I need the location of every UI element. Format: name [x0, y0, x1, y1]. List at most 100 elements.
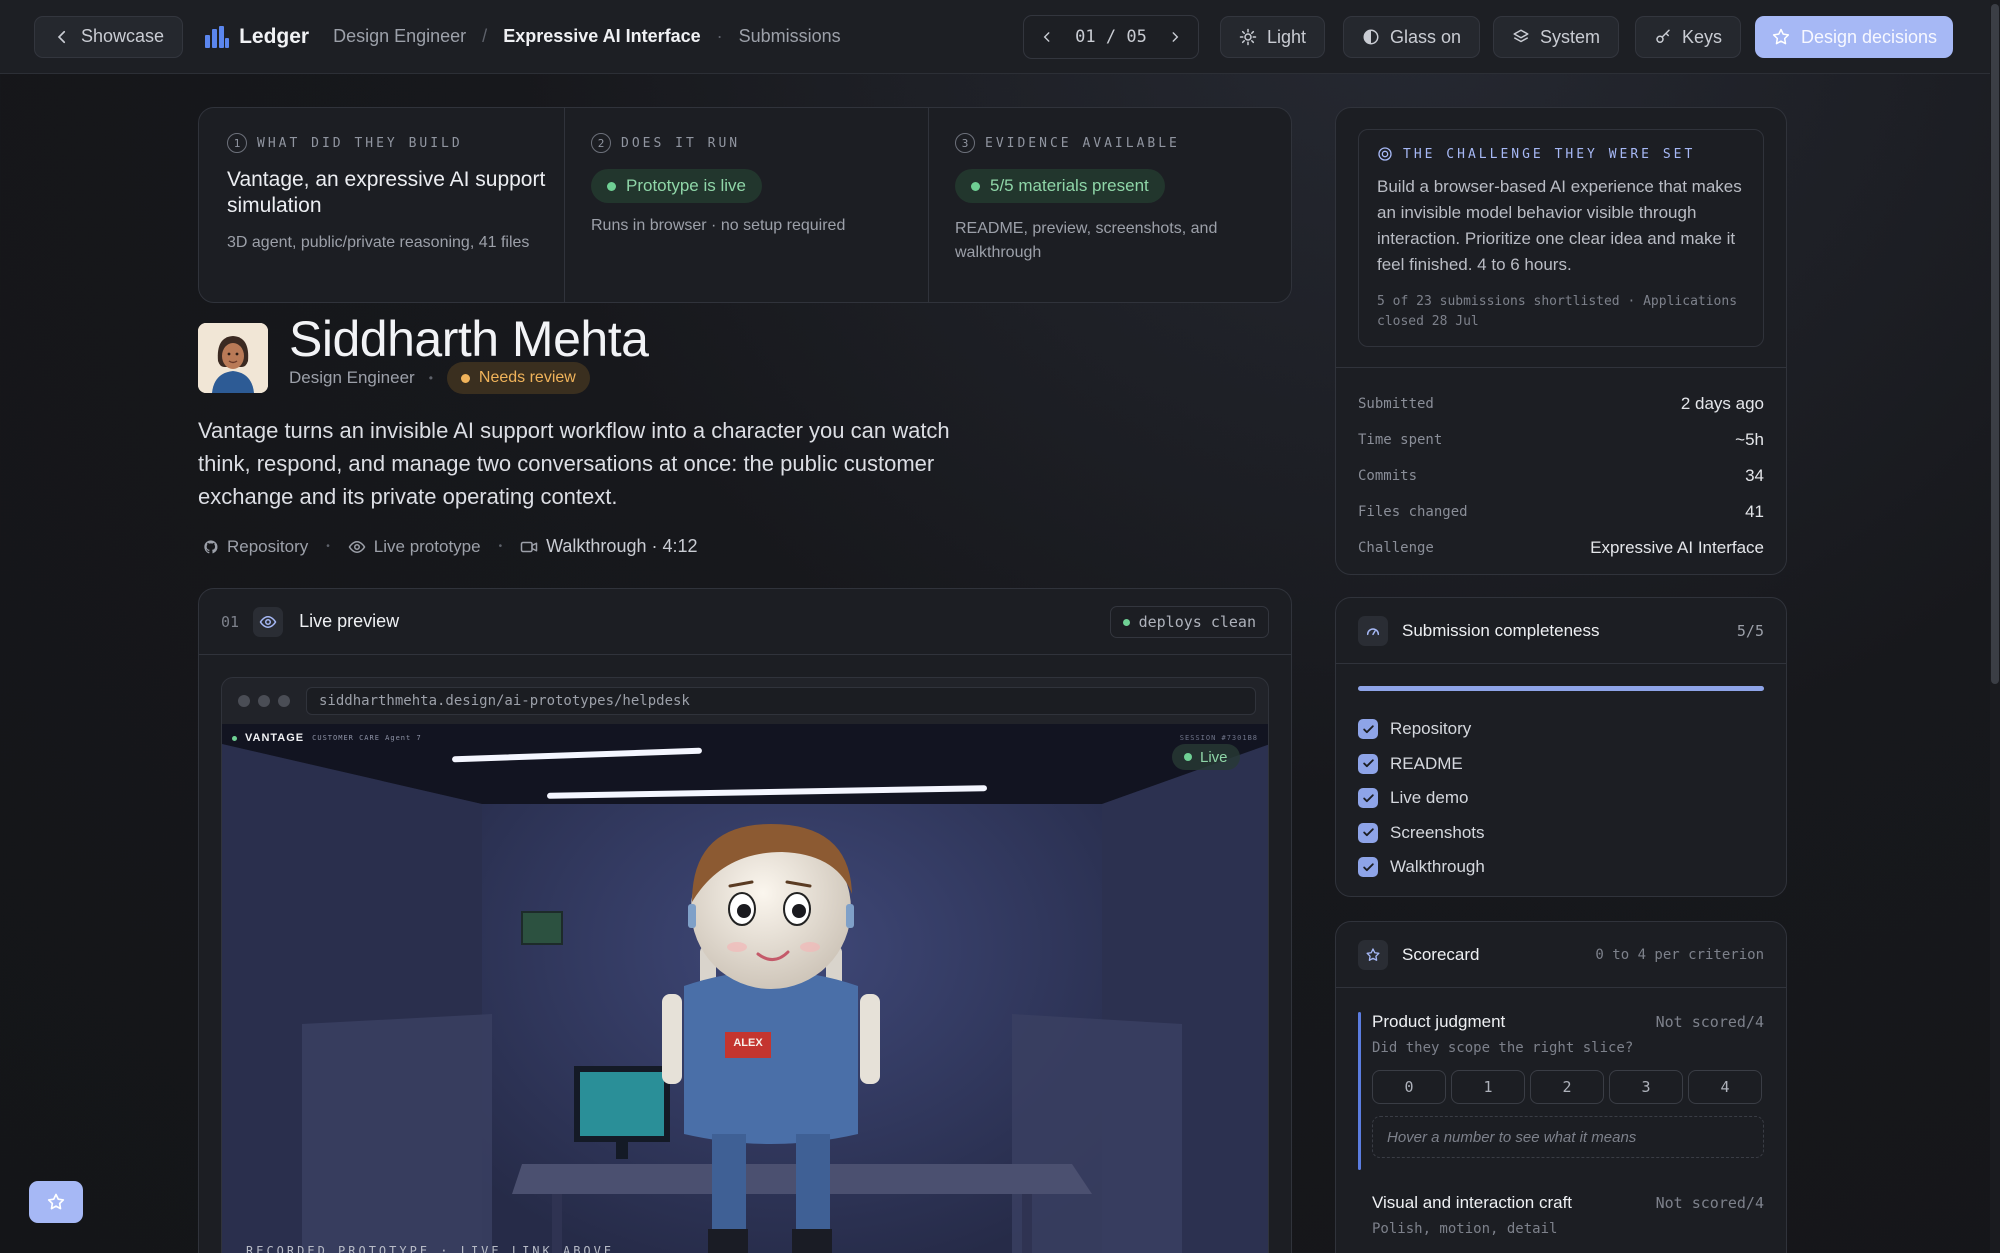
status-dot	[1122, 618, 1130, 626]
system-button[interactable]: System	[1493, 16, 1620, 58]
checklist-item[interactable]: Screenshots	[1358, 816, 1764, 851]
status-badge: Needs review	[446, 362, 590, 394]
stat-value: 41	[1745, 502, 1764, 521]
window-dot[interactable]	[258, 695, 270, 707]
next-icon[interactable]	[1168, 30, 1182, 44]
crumb-section[interactable]: Submissions	[739, 26, 841, 47]
repository-link[interactable]: Repository	[203, 537, 308, 557]
back-button[interactable]: Showcase	[34, 15, 184, 58]
previous-icon[interactable]	[1040, 30, 1054, 44]
breadcrumb: Design Engineer / Expressive AI Interfac…	[333, 26, 841, 47]
star-icon	[1366, 947, 1380, 961]
brand[interactable]: Ledger	[205, 25, 309, 49]
score-scale: 01234	[1372, 1070, 1764, 1104]
candidate-meta: Design Engineer • Needs review	[289, 362, 590, 394]
github-icon	[204, 539, 218, 553]
live-dot	[1184, 753, 1192, 761]
page-scrollbar-track[interactable]	[1990, 0, 2000, 1253]
crumb-separator: /	[482, 26, 488, 46]
summary-caption: DOES IT RUN	[621, 135, 741, 151]
score-option[interactable]: 3	[1609, 1070, 1683, 1104]
window-dot[interactable]	[238, 695, 250, 707]
step-number: 3	[955, 133, 975, 153]
checklist-item[interactable]: README	[1358, 747, 1764, 782]
checklist-label: Screenshots	[1390, 822, 1485, 842]
challenge-panel: THE CHALLENGE THEY WERE SET Build a brow…	[1335, 107, 1787, 575]
design-decisions-button[interactable]: Design decisions	[1755, 16, 1953, 58]
link-dot: •	[498, 541, 503, 552]
status-label: Needs review	[478, 369, 576, 386]
crumb-challenge[interactable]: Expressive AI Interface	[503, 26, 700, 47]
score-option[interactable]: 1	[1451, 1070, 1525, 1104]
checkbox-checked-icon[interactable]	[1358, 753, 1378, 774]
checklist-item[interactable]: Repository	[1358, 712, 1764, 747]
app-status-dot	[232, 735, 237, 741]
window-dot[interactable]	[278, 695, 290, 707]
completeness-count: 5/5	[1736, 621, 1764, 640]
walkthrough-label: Walkthrough · 4:12	[546, 536, 698, 556]
checklist-label: Repository	[1390, 719, 1472, 739]
status-dot	[460, 373, 470, 383]
summary-runs: 2 DOES IT RUN Prototype is live Runs in b…	[591, 133, 911, 235]
step-number: 1	[227, 133, 247, 153]
checkbox-checked-icon[interactable]	[1358, 719, 1378, 740]
challenge-meta: 5 of 23 submissions shortlisted · Applic…	[1377, 294, 1738, 329]
keys-button[interactable]: Keys	[1635, 16, 1742, 58]
live-preview-panel: 01 Live preview deploys clean siddharthm…	[198, 588, 1292, 1253]
stat-row: Time spent ~5h	[1358, 422, 1764, 458]
live-prototype-link[interactable]: Live prototype	[348, 537, 481, 557]
score-option[interactable]: 2	[1530, 1070, 1604, 1104]
page-scrollbar-thumb[interactable]	[1991, 4, 1999, 684]
checklist-item[interactable]: Live demo	[1358, 781, 1764, 816]
live-indicator: Live	[1172, 744, 1240, 770]
criterion-product-judgment: Product judgment Not scored/4 Did they s…	[1372, 1012, 1764, 1158]
person-avatar-icon	[198, 323, 268, 393]
stat-value: 34	[1745, 466, 1764, 485]
checklist-item[interactable]: Walkthrough	[1358, 850, 1764, 885]
walkthrough-link[interactable]: Walkthrough · 4:12	[520, 536, 698, 557]
score-option[interactable]: 0	[1372, 1070, 1446, 1104]
active-criterion-marker	[1358, 1012, 1361, 1170]
scene-illustration	[222, 724, 1268, 1253]
session-id: SESSION #7301B8	[1179, 734, 1258, 742]
checkbox-checked-icon[interactable]	[1358, 857, 1378, 878]
panel-header: Submission completeness 5/5	[1336, 598, 1786, 664]
glass-toggle-button[interactable]: Glass on	[1343, 16, 1481, 58]
stat-label: Challenge	[1358, 540, 1434, 556]
robot-nametag: ALEX	[733, 1037, 763, 1049]
floating-favorite-button[interactable]	[29, 1181, 83, 1223]
panel-title: Submission completeness	[1402, 620, 1600, 640]
summary-evidence: 3 EVIDENCE AVAILABLE 5/5 materials presen…	[955, 133, 1265, 265]
score-option[interactable]: 4	[1688, 1070, 1762, 1104]
key-icon	[1656, 29, 1670, 43]
criterion-score: Not scored/4	[1655, 1013, 1764, 1031]
challenge-text: Build a browser-based AI experience that…	[1377, 177, 1742, 274]
brand-name: Ledger	[239, 24, 310, 48]
theme-label: Light	[1267, 26, 1307, 47]
pill-label: Prototype is live	[626, 176, 746, 195]
eye-icon	[259, 615, 277, 628]
checklist-label: README	[1390, 753, 1463, 773]
status-dot	[971, 181, 980, 191]
checkbox-checked-icon[interactable]	[1358, 788, 1378, 809]
criterion-name: Product judgment	[1372, 1012, 1506, 1031]
stat-value: ~5h	[1735, 430, 1764, 449]
panel-title: Scorecard	[1402, 944, 1480, 964]
completeness-progress	[1358, 686, 1764, 691]
url-bar[interactable]: siddharthmehta.design/ai-prototypes/help…	[306, 687, 1256, 715]
theme-toggle-button[interactable]: Light	[1220, 16, 1326, 58]
completeness-panel: Submission completeness 5/5 Repository RE…	[1335, 597, 1787, 897]
chevron-left-icon	[57, 30, 66, 43]
stat-row: Submitted 2 days ago	[1358, 386, 1764, 422]
checkbox-checked-icon[interactable]	[1358, 822, 1378, 843]
criterion-score: Not scored/4	[1655, 1194, 1764, 1212]
browser-toolbar: siddharthmehta.design/ai-prototypes/help…	[222, 678, 1268, 724]
crumb-role[interactable]: Design Engineer	[333, 26, 466, 47]
summary-strip: 1 WHAT DID THEY BUILD Vantage, an express…	[198, 107, 1292, 303]
step-number: 2	[591, 133, 611, 153]
panel-header: 01 Live preview deploys clean	[199, 589, 1291, 655]
stat-row: Challenge Expressive AI Interface	[1358, 530, 1764, 566]
prototype-scene[interactable]: ALEX VANTAGE CUSTOMER CARE Agent 7 SESSI…	[222, 724, 1268, 1253]
star-icon	[47, 1193, 65, 1210]
contrast-icon	[1363, 29, 1379, 45]
